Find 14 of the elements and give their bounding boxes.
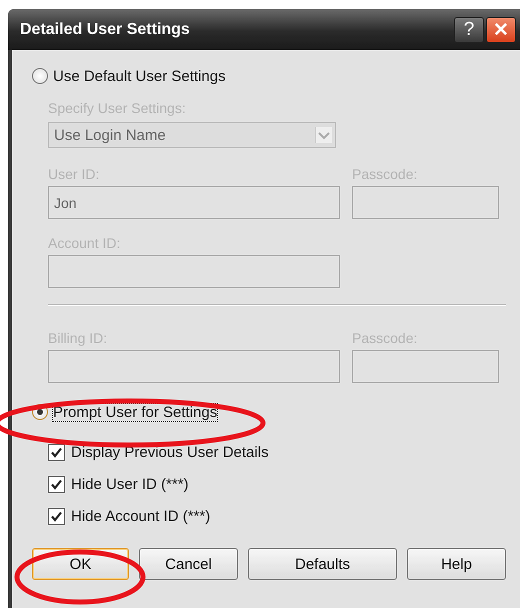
caret-icon bbox=[315, 127, 332, 143]
dialog-button[interactable]: Help bbox=[407, 548, 506, 580]
checkbox[interactable] bbox=[48, 444, 65, 460]
checkbox-label[interactable]: Hide User ID (***) bbox=[71, 476, 189, 492]
checkbox-label[interactable]: Hide Account ID (***) bbox=[71, 508, 210, 524]
dialog-button[interactable]: Defaults bbox=[248, 548, 397, 580]
radio-label[interactable]: Use Default User Settings bbox=[53, 68, 226, 84]
help-button[interactable]: ? bbox=[454, 16, 484, 42]
window-title: Detailed User Settings bbox=[20, 20, 191, 38]
dialog-button[interactable]: Cancel bbox=[139, 548, 238, 580]
checkbox[interactable] bbox=[48, 508, 65, 524]
checkbox-label[interactable]: Display Previous User Details bbox=[71, 444, 269, 460]
checkbox[interactable] bbox=[48, 476, 65, 492]
radio-button[interactable] bbox=[32, 68, 48, 84]
